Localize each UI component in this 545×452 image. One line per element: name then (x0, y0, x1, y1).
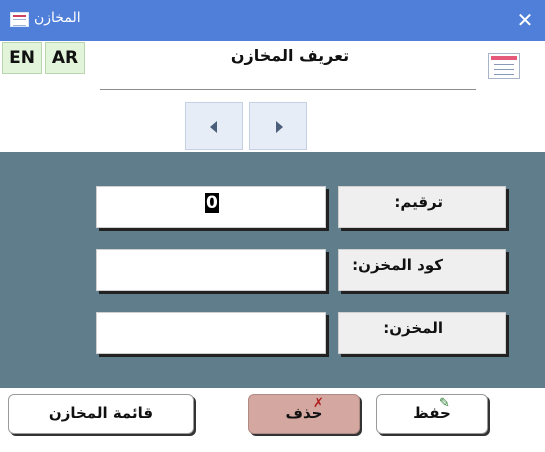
language-ar-button[interactable]: AR (45, 42, 85, 74)
number-field[interactable]: 0 (96, 186, 326, 228)
store-code-field[interactable] (96, 249, 326, 291)
save-icon: ✎ (439, 396, 450, 411)
delete-button[interactable]: ✗ حذف (248, 394, 360, 434)
save-button[interactable]: ✎ حفظ (376, 394, 488, 434)
form-icon (10, 12, 29, 27)
next-record-button[interactable] (249, 102, 307, 150)
form-icon-line (494, 64, 514, 65)
form-icon-line (494, 74, 514, 75)
previous-record-button[interactable] (185, 102, 243, 150)
field-label-store-code: كود المخزن: (338, 249, 506, 291)
number-field-value: 0 (205, 193, 219, 213)
triangle-right-icon (276, 121, 283, 133)
field-label-number: ترقيم: (338, 186, 506, 228)
window-title: المخازن (34, 10, 81, 26)
field-label-store: المخزن: (338, 312, 506, 354)
form-icon-line (494, 69, 514, 70)
form-title: تعريف المخازن (230, 46, 350, 65)
language-en-button[interactable]: EN (2, 42, 42, 74)
form-icon (488, 53, 520, 79)
store-list-label: قائمة المخازن (48, 404, 154, 422)
window-titlebar: المخازن ✕ (0, 0, 545, 41)
title-divider (100, 89, 476, 90)
form-icon-header (491, 56, 517, 60)
store-name-field[interactable] (96, 312, 326, 354)
close-icon[interactable]: ✕ (513, 6, 537, 34)
triangle-left-icon (210, 121, 217, 133)
delete-icon: ✗ (313, 396, 324, 411)
store-list-button[interactable]: قائمة المخازن (8, 394, 194, 434)
